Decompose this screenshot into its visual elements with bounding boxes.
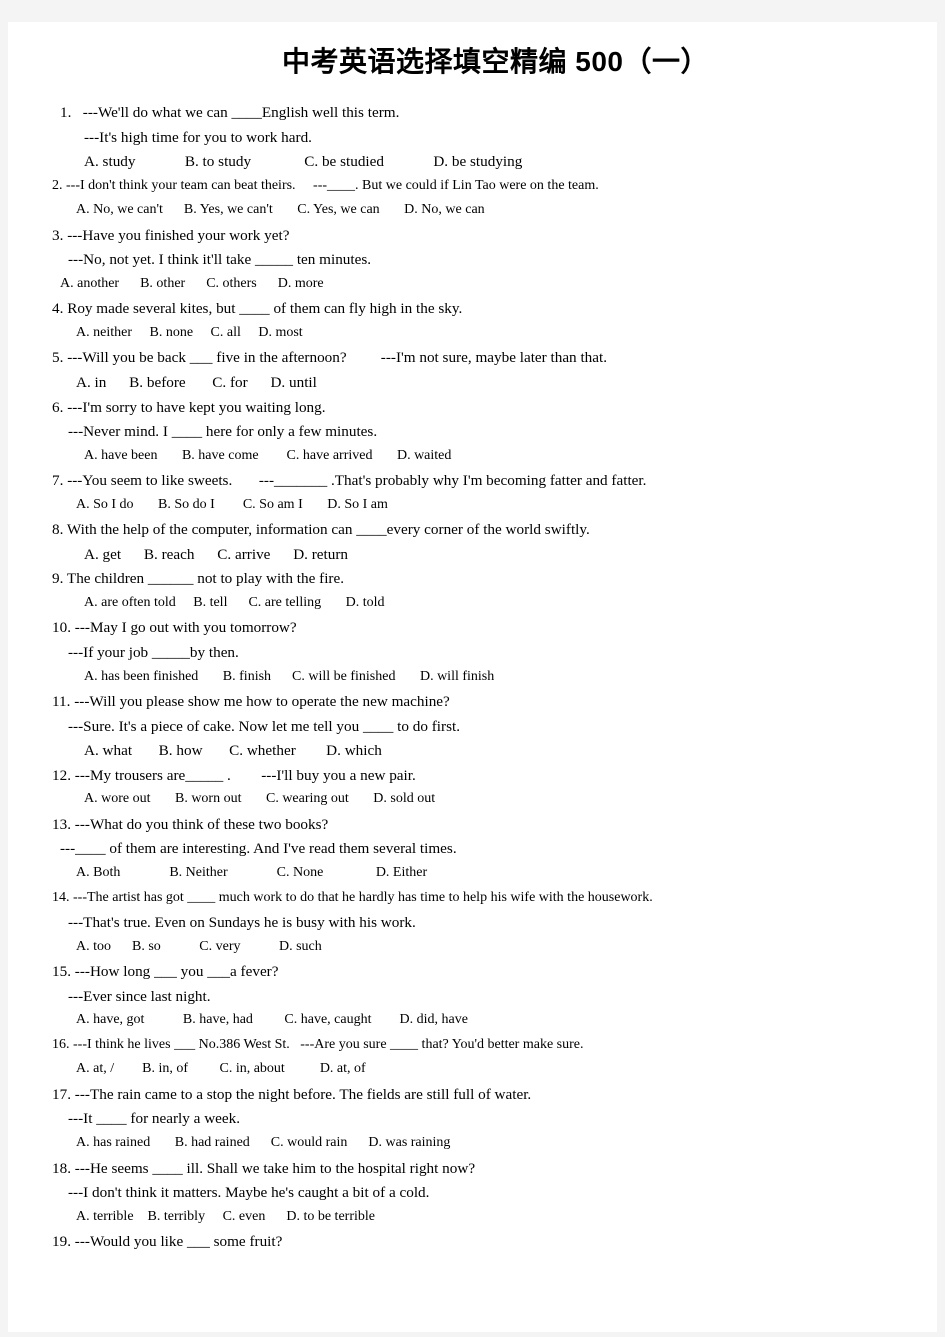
question-line: ---I don't think it matters. Maybe he's … — [68, 1184, 430, 1202]
question-line: A. in B. before C. for D. until — [76, 374, 317, 392]
question-line: A. are often told B. tell C. are telling… — [84, 594, 385, 610]
question-line: A. Both B. Neither C. None D. Either — [76, 864, 428, 880]
question-line: 17. ---The rain came to a stop the night… — [52, 1085, 532, 1103]
question-line: 2. ---I don't think your team can beat t… — [52, 177, 599, 193]
question-line: ---Never mind. I ____ here for only a fe… — [68, 423, 378, 441]
question-line: ---If your job _____by then. — [68, 644, 239, 662]
question-line: 14. ---The artist has got ____ much work… — [52, 889, 653, 905]
question-line: ---That's true. Even on Sundays he is bu… — [68, 914, 416, 932]
question-line: 9. The children ______ not to play with … — [52, 570, 345, 588]
question-line: 3. ---Have you finished your work yet? — [52, 226, 290, 244]
question-line: A. get B. reach C. arrive D. return — [84, 545, 349, 563]
question-line: A. So I do B. So do I C. So am I D. So I… — [76, 496, 388, 512]
question-line: A. another B. other C. others D. more — [60, 275, 324, 291]
page-title: 中考英语选择填空精编 500（一） — [282, 46, 709, 77]
question-line: 10. ---May I go out with you tomorrow? — [52, 619, 297, 637]
question-line: ---It ____ for nearly a week. — [68, 1110, 241, 1128]
question-line: 8. With the help of the computer, inform… — [52, 521, 590, 539]
question-line: A. have, got B. have, had C. have, caugh… — [76, 1012, 468, 1028]
question-line: 15. ---How long ___ you ___a fever? — [52, 963, 279, 981]
question-line: A. has rained B. had rained C. would rai… — [76, 1134, 451, 1150]
question-line: A. study B. to study C. be studied D. be… — [84, 153, 523, 171]
question-line: 11. ---Will you please show me how to op… — [52, 693, 450, 711]
question-line: ---No, not yet. I think it'll take _____… — [68, 251, 372, 269]
question-line: A. wore out B. worn out C. wearing out D… — [84, 791, 436, 807]
question-line: A. too B. so C. very D. such — [76, 938, 322, 954]
question-line: A. No, we can't B. Yes, we can't C. Yes,… — [76, 202, 485, 218]
question-line: A. at, / B. in, of C. in, about D. at, o… — [76, 1061, 366, 1077]
question-list: 1. ---We'll do what we can ____English w… — [8, 105, 937, 1259]
question-line: ---Ever since last night. — [68, 987, 211, 1005]
question-line: 16. ---I think he lives ___ No.386 West … — [52, 1036, 584, 1052]
question-line: 18. ---He seems ____ ill. Shall we take … — [52, 1159, 476, 1177]
question-line: ---____ of them are interesting. And I'v… — [60, 840, 457, 858]
document-page: 中考英语选择填空精编 500（一） 1. ---We'll do what we… — [8, 22, 937, 1332]
question-line: ---It's high time for you to work hard. — [84, 128, 312, 146]
question-line: 5. ---Will you be back ___ five in the a… — [52, 349, 608, 367]
question-line: A. have been B. have come C. have arrive… — [84, 447, 452, 463]
question-line: A. what B. how C. whether D. which — [84, 742, 382, 760]
question-line: 1. ---We'll do what we can ____English w… — [60, 104, 400, 121]
question-line: 7. ---You seem to like sweets. ---______… — [52, 472, 647, 490]
question-line: 19. ---Would you like ___ some fruit? — [52, 1233, 283, 1251]
question-line: 4. Roy made several kites, but ____ of t… — [52, 300, 463, 318]
question-line: 6. ---I'm sorry to have kept you waiting… — [52, 398, 326, 416]
question-line: A. terrible B. terribly C. even D. to be… — [76, 1208, 375, 1224]
question-line: 12. ---My trousers are_____ . ---I'll bu… — [52, 766, 416, 784]
question-line: A. has been finished B. finish C. will b… — [84, 668, 495, 684]
question-line: 13. ---What do you think of these two bo… — [52, 815, 329, 833]
question-line: ---Sure. It's a piece of cake. Now let m… — [68, 717, 461, 735]
question-line: A. neither B. none C. all D. most — [76, 324, 303, 340]
